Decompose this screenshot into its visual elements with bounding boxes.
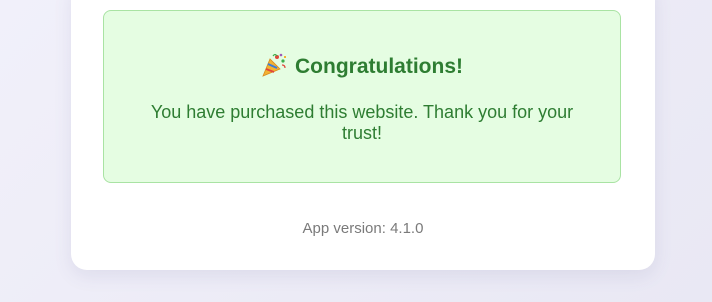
party-popper-icon xyxy=(261,53,287,77)
success-title: Congratulations! xyxy=(104,53,620,79)
success-title-text: Congratulations! xyxy=(295,55,463,78)
success-message: You have purchased this website. Thank y… xyxy=(150,102,574,143)
purchase-card: Congratulations! You have purchased this… xyxy=(71,0,655,270)
app-version-label: App version: 4.1.0 xyxy=(302,220,424,237)
success-alert: Congratulations! You have purchased this… xyxy=(103,10,621,183)
